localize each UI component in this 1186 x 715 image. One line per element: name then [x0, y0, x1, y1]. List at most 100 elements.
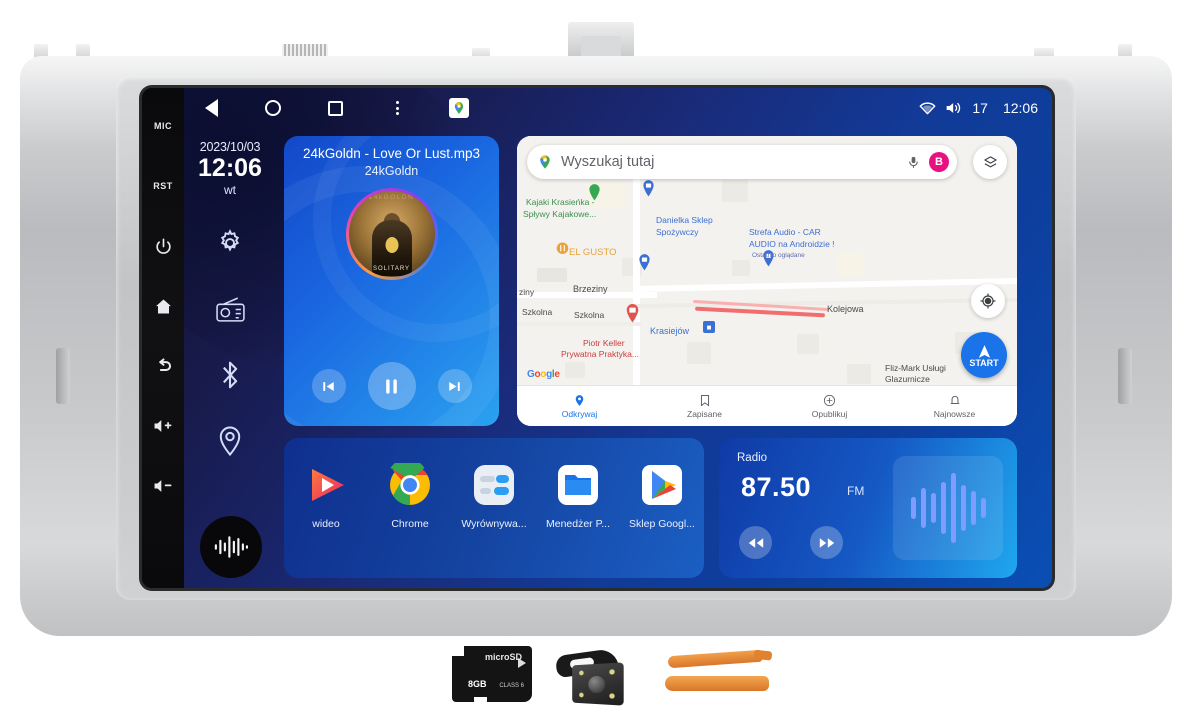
app-play-store-label: Sklep Googl... [629, 518, 695, 530]
map-pin-store[interactable] [642, 180, 655, 197]
start-button-label: START [969, 357, 999, 368]
status-indicators: 17 12:06 [919, 100, 1038, 116]
radio-seek-down-button[interactable] [739, 526, 772, 559]
reset-button[interactable]: RST [146, 156, 180, 216]
power-button[interactable] [146, 216, 180, 276]
nav-recents-button[interactable] [324, 97, 346, 119]
location-pin-icon [219, 426, 241, 457]
google-play-icon [639, 462, 685, 508]
app-wideo[interactable]: wideo [288, 462, 364, 530]
map-label: Strefa Audio - CAR [749, 227, 821, 237]
volume-down-button[interactable] [146, 456, 180, 516]
google-maps-card[interactable]: ■ Kajaki Krasieńka - Spływy Kajakowe... Da… [517, 136, 1017, 426]
map-label: Fliz-Mark Usługi [885, 363, 946, 373]
radio-card[interactable]: Radio 87.50 FM [719, 438, 1017, 578]
radio-title: Radio [737, 452, 768, 464]
rail-item-settings[interactable] [210, 223, 250, 263]
media-controls [284, 362, 499, 410]
radio-seek-up-button[interactable] [810, 526, 843, 559]
explore-pin-icon [575, 394, 584, 406]
accessory-microsd-card: microSD 8GB CLASS 6 [452, 646, 532, 703]
map-label: Szkolna [522, 307, 553, 317]
status-clock: 12:06 [1002, 100, 1038, 116]
sd-brand-label: microSD [484, 652, 522, 662]
app-chrome-label: Chrome [391, 518, 429, 530]
app-chrome[interactable]: Chrome [372, 462, 448, 530]
map-station-marker[interactable]: ■ [703, 321, 715, 333]
map-pin-shop[interactable] [638, 254, 651, 271]
map-label: Spożywczy [656, 227, 699, 237]
rewind-icon [748, 537, 763, 548]
app-equalizer[interactable]: Wyrównywa... [456, 462, 532, 530]
sd-class-label: CLASS 6 [499, 683, 524, 689]
volume-up-button[interactable] [146, 396, 180, 456]
nav-home-button[interactable] [262, 97, 284, 119]
camera-led [609, 669, 615, 675]
rail-item-bluetooth[interactable] [210, 355, 250, 395]
waveform-bar [930, 493, 936, 523]
app-file-manager-label: Menedżer P... [545, 518, 610, 530]
next-track-button[interactable] [437, 369, 472, 403]
map-nav-explore[interactable]: Odkrywaj [517, 394, 642, 419]
app-file-manager[interactable]: Menedżer P... [540, 462, 616, 530]
play-pause-button[interactable] [367, 362, 416, 410]
map-pin-restaurant[interactable] [556, 242, 569, 258]
map-bottom-nav: Odkrywaj Zapisane Opublikuj Najnowsze [517, 385, 1017, 426]
sd-capacity-label: 8GB [468, 679, 487, 689]
map-search-bar[interactable]: Wyszukaj tutaj B [527, 145, 957, 179]
app-play-store[interactable]: Sklep Googl... [624, 462, 700, 530]
nav-back-button[interactable] [200, 97, 222, 119]
voice-assistant-button[interactable] [200, 516, 262, 578]
volume-up-icon [154, 420, 172, 432]
rail-time: 12:06 [198, 154, 262, 182]
app-equalizer-label: Wyrównywa... [461, 518, 527, 530]
back-button[interactable] [146, 336, 180, 396]
fast-forward-icon [819, 537, 834, 548]
app-dock-card: wideo Chrome Wyrównywa... Menedżer P... … [284, 438, 704, 578]
nav-google-maps-shortcut[interactable] [448, 97, 470, 119]
accessory-pry-tool-hooked [667, 649, 763, 669]
my-location-button[interactable] [971, 284, 1005, 318]
map-block [537, 268, 567, 282]
map-label: Kajaki Krasieńka - [526, 197, 595, 207]
map-canvas[interactable]: ■ Kajaki Krasieńka - Spływy Kajakowe... Da… [517, 136, 1017, 426]
recents-square-icon [327, 100, 343, 116]
map-block [732, 260, 750, 276]
map-block [565, 362, 585, 378]
album-art-image: 24kGOLDN SOLITARY [348, 191, 435, 277]
map-pin-medical[interactable] [625, 304, 640, 323]
home-button[interactable] [146, 276, 180, 336]
start-navigation-button[interactable]: START [961, 332, 1007, 378]
map-label: Krasiejów [650, 326, 690, 336]
app-wideo-label: wideo [312, 518, 340, 530]
skip-next-icon [449, 381, 460, 391]
mic-button[interactable]: MIC [146, 96, 180, 156]
album-figure-head [383, 213, 400, 234]
map-block [847, 364, 871, 384]
map-block [797, 334, 819, 354]
mic-icon[interactable] [906, 155, 921, 170]
map-road-minor [517, 322, 641, 326]
previous-track-button[interactable] [311, 369, 346, 403]
google-maps-icon [449, 98, 469, 118]
account-avatar[interactable]: B [929, 152, 949, 172]
three-dots-icon [395, 101, 399, 115]
map-layers-button[interactable] [973, 145, 1007, 179]
map-label: Danielka Sklep [656, 215, 713, 225]
waveform-bar [970, 491, 976, 525]
gear-icon [220, 229, 240, 252]
map-nav-contribute[interactable]: Opublikuj [767, 394, 892, 419]
rail-item-radio[interactable] [210, 289, 250, 329]
album-bottom-text: SOLITARY [372, 265, 411, 272]
map-nav-contribute-label: Opublikuj [811, 408, 848, 419]
nav-overflow-button[interactable] [386, 97, 408, 119]
head-unit-screen: MIC RST 17 12:06 2023/10/03 12:06 wt 24k… [142, 88, 1052, 588]
speaker-icon [947, 102, 961, 114]
map-nav-updates[interactable]: Najnowsze [892, 394, 1017, 419]
accessory-pry-tool-flat [665, 676, 769, 691]
music-player-card[interactable]: 24kGoldn - Love Or Lust.mp3 24kGoldn 24k… [284, 136, 499, 426]
layers-icon [983, 155, 997, 167]
map-label: Ostatnio oglądane [752, 252, 805, 259]
map-nav-saved[interactable]: Zapisane [642, 394, 767, 419]
rail-item-navigation[interactable] [210, 421, 250, 461]
